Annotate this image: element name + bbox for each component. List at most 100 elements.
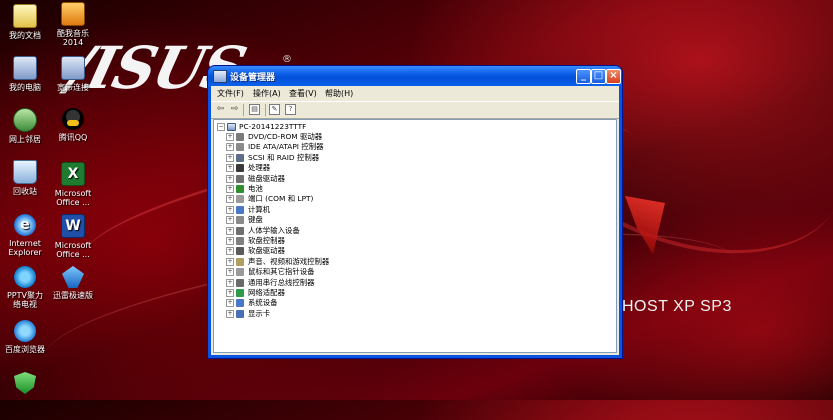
tree-root-node[interactable]: − PC-20141223TTTF <box>217 122 417 132</box>
tree-node[interactable]: + 网络适配器 <box>226 288 486 298</box>
expand-icon[interactable]: + <box>226 278 234 287</box>
properties-icon[interactable]: ✎ <box>269 104 280 115</box>
port-icon <box>236 195 244 204</box>
tree-node[interactable]: + IDE ATA/ATAPI 控制器 <box>226 142 486 152</box>
tree-node-label: 端口 (COM 和 LPT) <box>248 194 314 204</box>
desktop-icon-security[interactable] <box>0 372 50 397</box>
desktop-icon-label: 腾讯QQ <box>58 133 88 142</box>
tree-node[interactable]: + 键盘 <box>226 215 486 225</box>
tree-node[interactable]: + 电池 <box>226 184 486 194</box>
display-adapter-icon <box>236 309 244 318</box>
hid-icon <box>236 226 244 235</box>
tree-root-label: PC-20141223TTTF <box>239 122 307 131</box>
tree-node[interactable]: + 通用串行总线控制器 <box>226 278 486 288</box>
excel-icon: X <box>61 162 85 186</box>
show-hide-console-tree-icon[interactable]: ▤ <box>249 104 260 115</box>
menu-view[interactable]: 查看(V) <box>289 88 317 99</box>
expand-icon[interactable]: + <box>226 237 234 245</box>
tree-node[interactable]: + SCSI 和 RAID 控制器 <box>226 153 486 163</box>
tree-node-label: 软盘控制器 <box>248 236 285 245</box>
tree-node-label: 网络适配器 <box>248 288 285 297</box>
computer-icon <box>13 56 37 80</box>
back-arrow-icon[interactable]: ⇦ <box>215 104 226 115</box>
desktop-icon-my-documents[interactable]: 我的文档 <box>0 4 50 40</box>
expand-icon[interactable]: + <box>226 226 234 235</box>
registered-mark: ® <box>282 54 292 65</box>
expand-icon[interactable]: + <box>226 299 234 308</box>
expand-icon[interactable]: + <box>226 174 234 183</box>
desktop-icon-xunlei[interactable]: 迅雷极速版 <box>48 266 98 300</box>
desktop-icon-kuwo-music[interactable]: 酷我音乐 2014 <box>48 2 98 47</box>
expand-icon[interactable]: + <box>226 133 234 141</box>
maximize-button[interactable]: □ <box>591 69 606 84</box>
menu-help[interactable]: 帮助(H) <box>325 88 353 99</box>
desktop-icon-network-places[interactable]: 网上邻居 <box>0 108 50 144</box>
expand-icon[interactable]: + <box>226 153 234 162</box>
desktop-icon-pptv[interactable]: PPTV聚力 络电视 <box>0 266 50 309</box>
expand-icon[interactable]: + <box>226 257 234 266</box>
status-bar <box>211 354 619 355</box>
tree-node-label: SCSI 和 RAID 控制器 <box>248 152 320 162</box>
tree-node-label: DVD/CD-ROM 驱动器 <box>248 132 323 141</box>
recycle-bin-icon <box>13 160 37 184</box>
tree-node[interactable]: + 人体学输入设备 <box>226 226 486 236</box>
desktop-icon-label: 我的电脑 <box>9 83 41 92</box>
tree-node-label: 通用串行总线控制器 <box>248 277 315 287</box>
desktop-icon-label: 我的文档 <box>9 31 41 40</box>
tree-node[interactable]: + DVD/CD-ROM 驱动器 <box>226 132 486 142</box>
tree-node[interactable]: + 端口 (COM 和 LPT) <box>226 194 486 204</box>
tree-node[interactable]: + 显示卡 <box>226 309 486 319</box>
collapse-icon[interactable]: − <box>217 123 225 131</box>
forward-arrow-icon[interactable]: ⇨ <box>229 104 240 115</box>
desktop-icon-label: Microsoft Office ... <box>54 241 92 259</box>
desktop-icon-qq[interactable]: 腾讯QQ <box>48 108 98 142</box>
tree-node-label: 磁盘驱动器 <box>248 173 285 183</box>
desktop-icon-label: 网上邻居 <box>9 135 41 144</box>
tree-node[interactable]: + 软盘控制器 <box>226 236 486 246</box>
desktop-icon-office-excel[interactable]: X Microsoft Office ... <box>48 162 98 207</box>
expand-icon[interactable]: + <box>226 195 234 204</box>
expand-icon[interactable]: + <box>226 247 234 256</box>
menu-action[interactable]: 操作(A) <box>253 88 281 99</box>
tree-node[interactable]: + 声音、视频和游戏控制器 <box>226 257 486 267</box>
desktop-icon-label: 迅雷极速版 <box>53 291 93 300</box>
tree-node[interactable]: + 系统设备 <box>226 298 486 308</box>
tree-node[interactable]: + 软盘驱动器 <box>226 246 486 256</box>
help-icon[interactable]: ? <box>285 104 296 115</box>
expand-icon[interactable]: + <box>226 216 234 225</box>
tree-node[interactable]: + 鼠标和其它指针设备 <box>226 267 486 277</box>
desktop-icon-internet-explorer[interactable]: e Internet Explorer <box>0 214 50 257</box>
tree-node-label: 电池 <box>248 184 263 193</box>
floppy-controller-icon <box>236 237 244 245</box>
xunlei-icon <box>62 266 84 288</box>
close-button[interactable]: × <box>606 69 621 84</box>
desktop-icon-label: 宽带连接 <box>57 83 89 92</box>
tree-node-label: 计算机 <box>248 204 271 214</box>
toolbar-separator <box>265 104 266 116</box>
expand-icon[interactable]: + <box>226 164 234 173</box>
tree-node[interactable]: + 处理器 <box>226 163 486 173</box>
desktop-icon-recycle-bin[interactable]: 回收站 <box>0 160 50 196</box>
tree-node[interactable]: + 计算机 <box>226 205 486 215</box>
desktop-icon-broadband[interactable]: 宽带连接 <box>48 56 98 92</box>
desktop-icon-office-word[interactable]: W Microsoft Office ... <box>48 214 98 259</box>
window-title: 设备管理器 <box>230 73 276 83</box>
expand-icon[interactable]: + <box>226 289 234 297</box>
device-tree[interactable]: − PC-20141223TTTF + DVD/CD-ROM 驱动器 + IDE AT… <box>213 119 617 353</box>
tree-node[interactable]: + 磁盘驱动器 <box>226 174 486 184</box>
expand-icon[interactable]: + <box>226 268 234 277</box>
floppy-drive-icon <box>236 247 244 256</box>
title-bar[interactable]: 设备管理器 _ □ × <box>208 66 622 86</box>
tree-node-label: 鼠标和其它指针设备 <box>248 267 315 277</box>
expand-icon[interactable]: + <box>226 205 234 214</box>
device-manager-window[interactable]: 设备管理器 _ □ × 文件(F) 操作(A) 查看(V) 帮助(H) ⇦ ⇨ … <box>208 66 622 358</box>
expand-icon[interactable]: + <box>226 309 234 318</box>
expand-icon[interactable]: + <box>226 185 234 193</box>
tree-node-label: 键盘 <box>248 215 263 225</box>
menu-file[interactable]: 文件(F) <box>217 88 244 99</box>
expand-icon[interactable]: + <box>226 143 234 152</box>
mouse-icon <box>236 268 244 277</box>
desktop-icon-my-computer[interactable]: 我的电脑 <box>0 56 50 92</box>
minimize-button[interactable]: _ <box>576 69 591 84</box>
desktop-icon-baidu-browser[interactable]: 百度浏览器 <box>0 320 50 354</box>
